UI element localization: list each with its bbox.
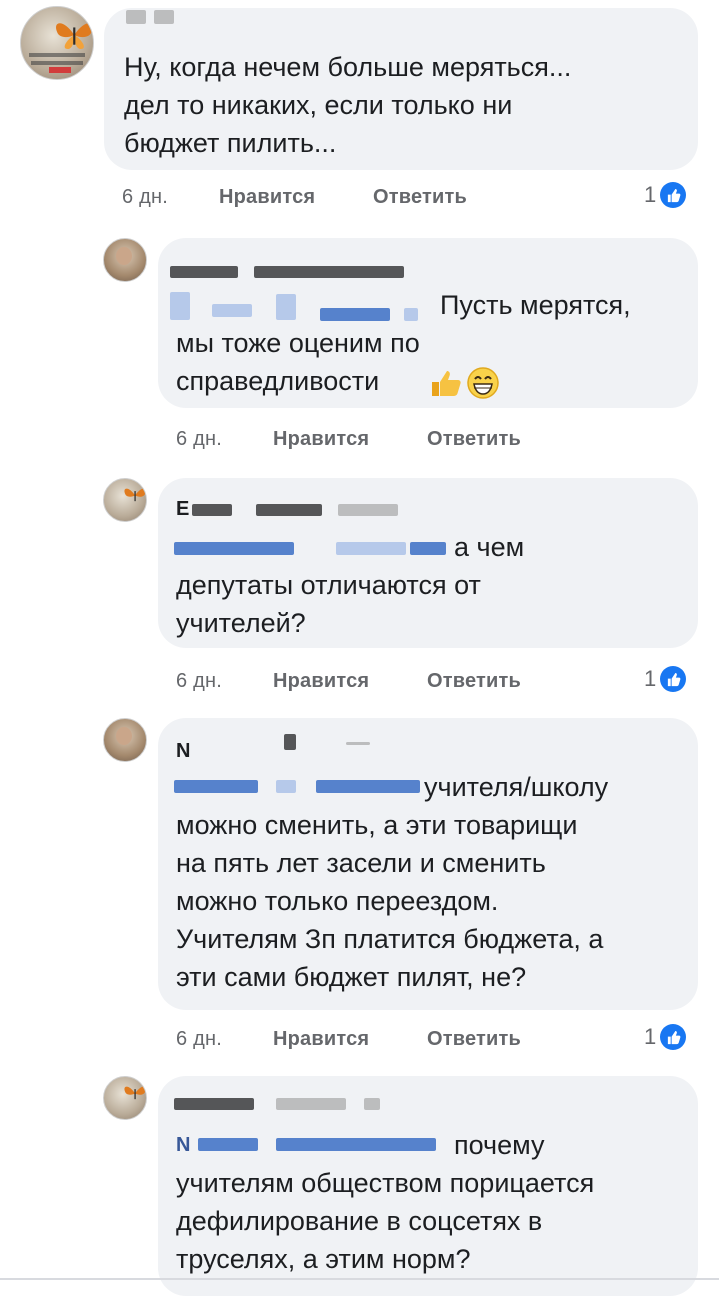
mention-link-blurred[interactable] [316,780,420,793]
comment-text: мы тоже оценим по справедливости [176,328,420,396]
mention-link-blurred[interactable] [410,542,446,555]
avatar-figure [116,247,132,265]
mention-link-blurred[interactable] [320,308,390,321]
avatar-badge [49,67,71,73]
author-name-blurred[interactable] [364,1098,380,1110]
author-name-blurred[interactable] [284,734,296,750]
mention-link-blurred[interactable] [404,308,418,321]
thumbs-up-icon [660,182,687,208]
author-name-initial[interactable]: Е [176,498,189,521]
reply-button[interactable]: Ответить [373,186,467,209]
mention-link-blurred[interactable] [170,292,190,320]
author-name-blurred[interactable] [126,10,146,24]
butterfly-icon [124,1086,146,1100]
mention-link-blurred[interactable] [174,780,258,793]
mention-link-blurred[interactable] [174,542,294,555]
reaction-summary[interactable]: 1 [644,180,687,210]
comment-actions: 6 дн. Нравится Ответить [176,670,676,696]
author-name-blurred[interactable] [174,1098,254,1110]
reply-button[interactable]: Ответить [427,1028,521,1051]
author-name-initial[interactable]: N [176,740,190,763]
comment-age: 6 дн. [122,186,168,208]
comment-text-lead: Пусть мерятся, [440,290,631,320]
author-name-blurred[interactable] [276,1098,346,1110]
reply-button[interactable]: Ответить [427,670,521,693]
thumbs-up-icon [660,1024,687,1050]
comment-bubble: Ну, когда нечем больше меряться... дел т… [104,8,698,170]
avatar-caption [29,53,85,57]
mention-initial[interactable]: N [176,1134,190,1157]
butterfly-icon [124,488,146,502]
like-button[interactable]: Нравится [273,670,369,693]
comment-bubble: Пусть мерятся, мы тоже оценим по справед… [158,238,698,408]
reaction-count: 1 [644,1024,657,1049]
comment-bubble: N учителя/школу можно сменить, а эти тов… [158,718,698,1010]
author-name-blurred[interactable] [338,504,398,516]
comment-age: 6 дн. [176,1028,222,1050]
avatar-figure [116,727,132,745]
avatar[interactable] [20,6,94,80]
avatar-caption [31,61,83,65]
mention-link-blurred[interactable] [276,780,296,793]
comment-text-lead: а чем [454,532,525,562]
thumbs-up-emoji [432,371,461,396]
comment-text: учителям обществом порицается дефилирова… [176,1168,595,1274]
avatar[interactable] [103,1076,147,1120]
butterfly-icon [56,23,93,50]
grinning-emoji [467,367,499,399]
mention-link-blurred[interactable] [212,304,252,317]
avatar[interactable] [103,718,147,762]
comment-age: 6 дн. [176,670,222,692]
comment-age: 6 дн. [176,428,222,450]
author-name-blurred[interactable] [256,504,322,516]
reaction-count: 1 [644,666,657,691]
author-name-blurred[interactable] [154,10,174,24]
reaction-count: 1 [644,182,657,207]
thumbs-up-icon [660,666,687,692]
avatar[interactable] [103,478,147,522]
author-name-blurred[interactable] [346,742,370,745]
author-name-blurred[interactable] [192,504,232,516]
mention-link-blurred[interactable] [276,294,296,320]
comment-text-lead: почему [454,1130,545,1160]
like-button[interactable]: Нравится [273,428,369,451]
mention-link-blurred[interactable] [276,1138,436,1151]
comment-actions: 6 дн. Нравится Ответить [176,1028,676,1054]
comment-text: можно сменить, а эти товарищи на пять ле… [176,810,604,992]
like-button[interactable]: Нравится [273,1028,369,1051]
reply-button[interactable]: Ответить [427,428,521,451]
like-button[interactable]: Нравится [219,186,315,209]
comment-bubble: N почему учителям обществом порицается д… [158,1076,698,1296]
reaction-summary[interactable]: 1 [644,664,687,694]
mention-link-blurred[interactable] [336,542,406,555]
comment-text: депутаты отличаются от учителей? [176,570,481,638]
comment-actions: 6 дн. Нравится Ответить [122,186,682,212]
comment-bubble: Е а чем депутаты отличаются от учителей? [158,478,698,648]
author-name-blurred[interactable] [170,266,238,278]
reaction-summary[interactable]: 1 [644,1022,687,1052]
mention-link-blurred[interactable] [198,1138,258,1151]
comment-text-lead: учителя/школу [424,772,609,802]
author-name-blurred[interactable] [254,266,404,278]
comment-text: Ну, когда нечем больше меряться... дел т… [124,52,572,158]
avatar[interactable] [103,238,147,282]
comment-actions: 6 дн. Нравится Ответить [176,428,676,454]
